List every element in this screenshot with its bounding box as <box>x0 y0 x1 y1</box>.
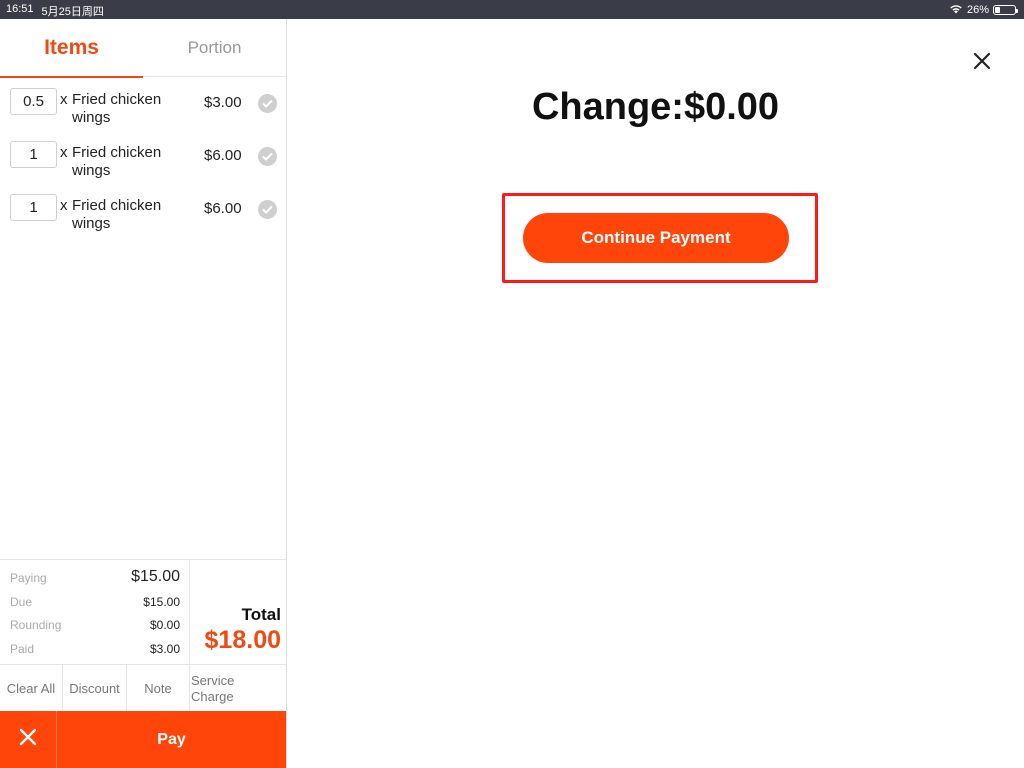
due-label: Due <box>10 595 33 609</box>
item-price: $6.00 <box>204 200 242 217</box>
quantity-input[interactable]: 1 <box>10 141 57 168</box>
item-price: $6.00 <box>204 147 242 164</box>
item-price: $3.00 <box>204 94 242 111</box>
item-name-line2: wings <box>72 109 111 126</box>
cancel-button[interactable] <box>0 711 57 768</box>
tab-bar: Items Portion <box>0 19 286 78</box>
battery-icon <box>993 5 1018 15</box>
check-icon[interactable] <box>258 94 277 113</box>
check-icon[interactable] <box>258 147 277 166</box>
discount-button[interactable]: Discount <box>63 665 127 712</box>
close-icon <box>971 52 993 76</box>
wifi-icon <box>949 3 963 17</box>
list-item[interactable]: 1 x Fried chicken wings $6.00 <box>0 183 286 236</box>
tab-items[interactable]: Items <box>0 19 143 78</box>
due-row: Due $15.00 <box>10 595 180 615</box>
status-time: 16:51 <box>6 3 34 15</box>
rounding-label: Rounding <box>10 618 62 632</box>
paying-label: Paying <box>10 571 47 585</box>
service-charge-button[interactable]: Service Charge <box>190 665 286 712</box>
quantity-input[interactable]: 0.5 <box>10 88 57 115</box>
times-sign: x <box>60 197 68 214</box>
item-name-line1: Fried chicken <box>72 91 162 108</box>
paying-row: Paying $15.00 <box>10 568 180 591</box>
note-button[interactable]: Note <box>127 665 190 712</box>
total-value: $18.00 <box>204 626 281 654</box>
total-label: Total <box>241 605 281 624</box>
tab-items-label: Items <box>44 36 99 59</box>
item-name: Fried chicken wings <box>72 91 182 127</box>
quantity-input[interactable]: 1 <box>10 194 57 221</box>
service-charge-line2: Charge <box>191 688 234 704</box>
status-bar: 16:51 5月25日周四 26% <box>0 0 1024 19</box>
item-name-line1: Fried chicken <box>72 197 162 214</box>
service-charge-line1: Service <box>191 672 235 688</box>
order-panel: Items Portion 0.5 x Fried chicken wings … <box>0 19 287 768</box>
battery-percent: 26% <box>966 4 989 16</box>
list-item[interactable]: 0.5 x Fried chicken wings $3.00 <box>0 77 286 130</box>
list-item[interactable]: 1 x Fried chicken wings $6.00 <box>0 130 286 183</box>
due-value: $15.00 <box>143 595 180 609</box>
tab-portion[interactable]: Portion <box>143 19 286 77</box>
change-amount: Change:$0.00 <box>531 86 780 128</box>
pay-button[interactable]: Pay <box>57 711 286 768</box>
item-name: Fried chicken wings <box>72 197 182 233</box>
summary-breakdown: Paying $15.00 Due $15.00 Rounding $0.00 … <box>0 560 190 665</box>
pay-bar: Pay <box>0 711 286 768</box>
payment-summary: Paying $15.00 Due $15.00 Rounding $0.00 … <box>0 559 286 665</box>
status-left: 16:51 5月25日周四 <box>6 3 104 19</box>
continue-payment-button[interactable]: Continue Payment <box>523 213 789 263</box>
change-panel: Change:$0.00 Continue Payment <box>287 19 1024 768</box>
item-name: Fried chicken wings <box>72 144 182 180</box>
paying-value: $15.00 <box>131 568 180 585</box>
rounding-value: $0.00 <box>149 618 180 632</box>
paid-label: Paid <box>10 642 35 656</box>
times-sign: x <box>60 144 68 161</box>
item-name-line2: wings <box>72 162 111 179</box>
close-button[interactable] <box>971 50 993 72</box>
rounding-row: Rounding $0.00 <box>10 618 180 638</box>
check-icon[interactable] <box>258 200 277 219</box>
close-icon <box>19 728 37 751</box>
status-date: 5月25日周四 <box>41 6 104 18</box>
action-row: Clear All Discount Note Service Charge <box>0 664 286 712</box>
item-name-line2: wings <box>72 215 111 232</box>
paid-row: Paid $3.00 <box>10 642 180 662</box>
times-sign: x <box>60 91 68 108</box>
paid-value: $3.00 <box>149 642 180 656</box>
item-name-line1: Fried chicken <box>72 144 162 161</box>
tab-portion-label: Portion <box>187 38 242 57</box>
status-right: 26% <box>949 3 1018 17</box>
clear-all-button[interactable]: Clear All <box>0 665 63 712</box>
